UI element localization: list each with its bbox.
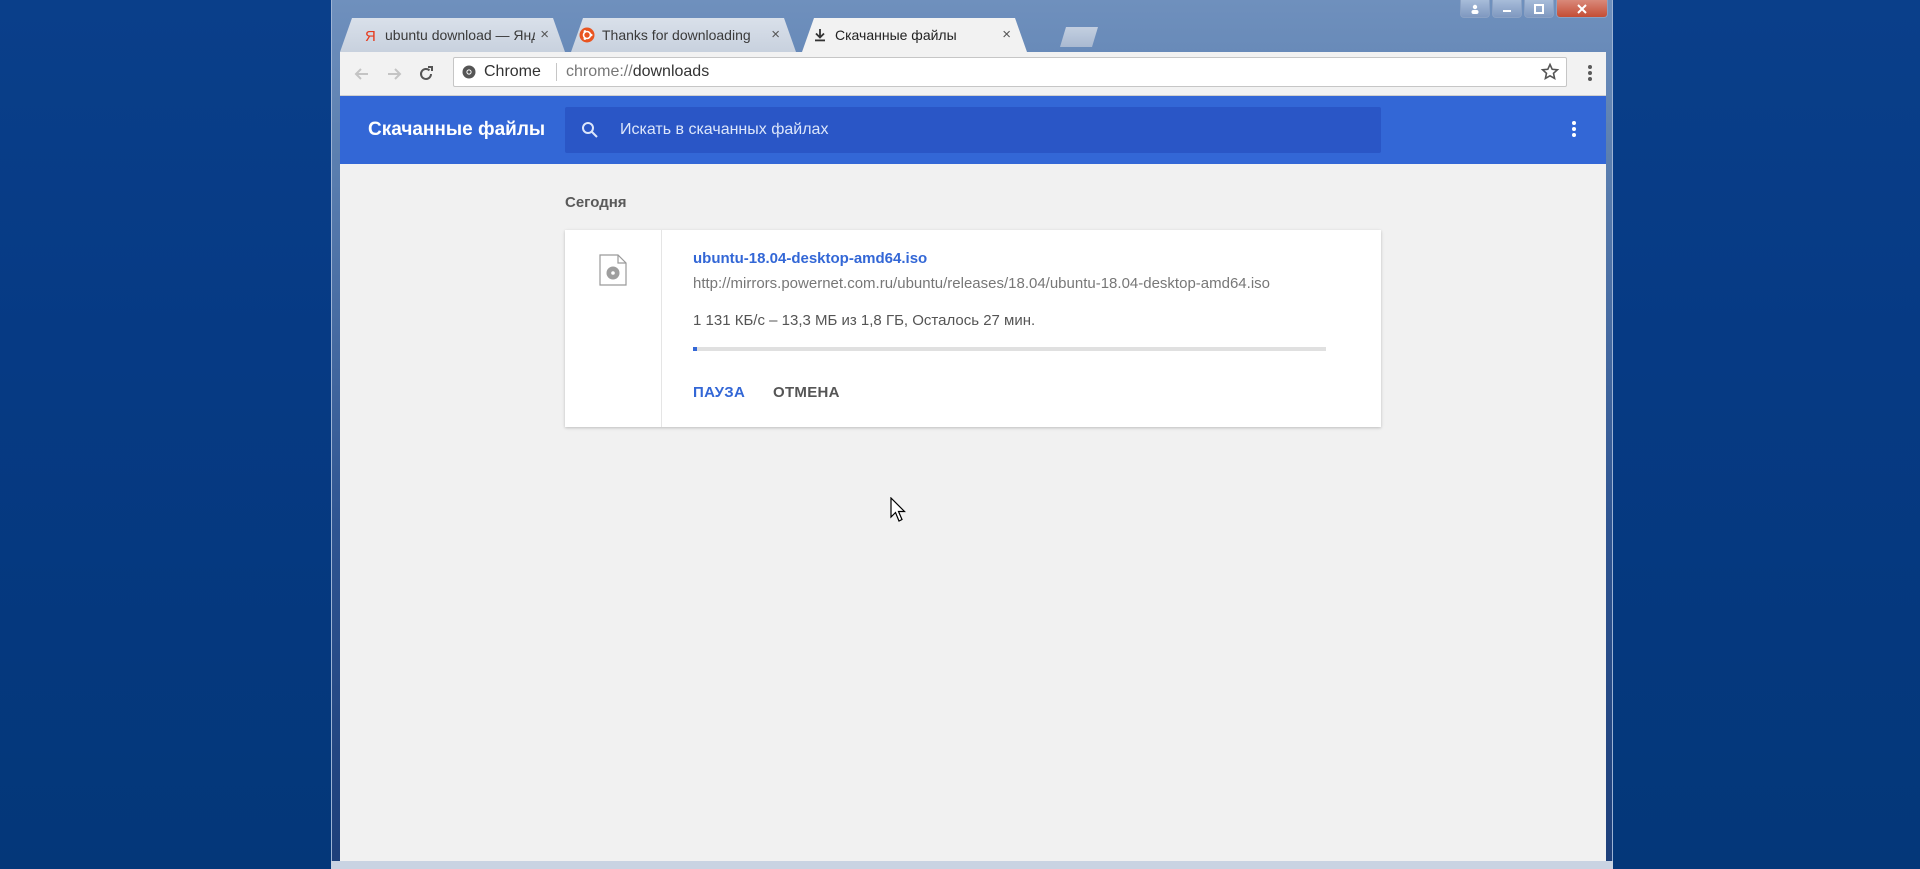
download-item: ubuntu-18.04-desktop-amd64.iso http://mi…: [565, 230, 1381, 427]
source-url-link[interactable]: http://mirrors.powernet.com.ru/ubuntu/re…: [693, 275, 1270, 292]
back-arrow-icon[interactable]: [352, 64, 372, 84]
browser-menu-icon[interactable]: [1588, 65, 1592, 83]
minimize-button[interactable]: [1492, 0, 1522, 18]
progress-fill: [693, 347, 698, 351]
date-heading: Сегодня: [565, 194, 627, 211]
tab-close-icon[interactable]: ×: [771, 26, 780, 43]
tab-ubuntu[interactable]: Thanks for downloading ×: [571, 18, 796, 52]
search-placeholder: Искать в скачанных файлах: [620, 121, 829, 138]
downloads-page: Скачанные файлы Искать в скачанных файла…: [340, 96, 1606, 861]
url-text[interactable]: chrome://downloads: [566, 63, 709, 81]
tab-close-icon[interactable]: ×: [1002, 26, 1011, 43]
bookmark-star-icon[interactable]: [1540, 62, 1560, 82]
tab-label: ubuntu download — Янд: [385, 27, 535, 43]
disc-file-icon[interactable]: [599, 254, 627, 286]
progress-bar: [693, 347, 1326, 351]
divider: [556, 63, 557, 81]
minimize-icon: [1503, 9, 1511, 12]
mouse-cursor-icon: [890, 497, 906, 522]
url-scheme: chrome://: [566, 63, 633, 80]
chrome-icon: [462, 65, 476, 79]
pause-button[interactable]: ПАУЗА: [693, 384, 745, 401]
svg-text:Я: Я: [365, 28, 376, 43]
close-window-button[interactable]: [1556, 0, 1608, 18]
tab-downloads[interactable]: Скачанные файлы ×: [802, 18, 1027, 52]
security-chip-label: Chrome: [484, 63, 541, 80]
file-name-link[interactable]: ubuntu-18.04-desktop-amd64.iso: [693, 250, 927, 267]
maximize-icon: [1534, 3, 1544, 14]
tab-label: Скачанные файлы: [835, 27, 957, 43]
forward-arrow-icon[interactable]: [384, 64, 404, 84]
search-icon: [582, 122, 598, 138]
window-controls: [1460, 0, 1608, 18]
url-path: downloads: [632, 63, 710, 80]
person-icon: [1471, 4, 1479, 14]
profile-button[interactable]: [1460, 0, 1490, 18]
yandex-icon: Я: [365, 28, 376, 43]
address-bar[interactable]: Chrome chrome://downloads: [453, 57, 1567, 87]
more-options-icon[interactable]: [1572, 121, 1576, 139]
cancel-button[interactable]: ОТМЕНА: [773, 384, 840, 401]
browser-window: Я ubuntu download — Янд × Thanks for dow…: [331, 0, 1613, 869]
window-bottom-edge: [331, 861, 1613, 869]
ubuntu-icon: [579, 27, 595, 43]
new-tab-button[interactable]: [1060, 27, 1098, 47]
reload-icon[interactable]: [416, 64, 436, 84]
download-status: 1 131 КБ/с – 13,3 МБ из 1,8 ГБ, Осталось…: [693, 312, 1036, 329]
page-title: Скачанные файлы: [368, 119, 546, 140]
file-icon-column: [565, 230, 662, 427]
close-icon: [1577, 3, 1587, 14]
browser-toolbar: Chrome chrome://downloads: [340, 52, 1606, 96]
tab-close-icon[interactable]: ×: [540, 26, 549, 43]
download-icon: [815, 29, 825, 42]
search-input[interactable]: Искать в скачанных файлах: [565, 107, 1381, 153]
tab-strip: Я ubuntu download — Янд × Thanks for dow…: [340, 18, 1600, 52]
tab-label: Thanks for downloading: [602, 27, 751, 43]
maximize-button[interactable]: [1524, 0, 1554, 18]
downloads-header: Скачанные файлы Искать в скачанных файла…: [340, 96, 1606, 164]
tab-yandex[interactable]: Я ubuntu download — Янд ×: [340, 18, 565, 52]
